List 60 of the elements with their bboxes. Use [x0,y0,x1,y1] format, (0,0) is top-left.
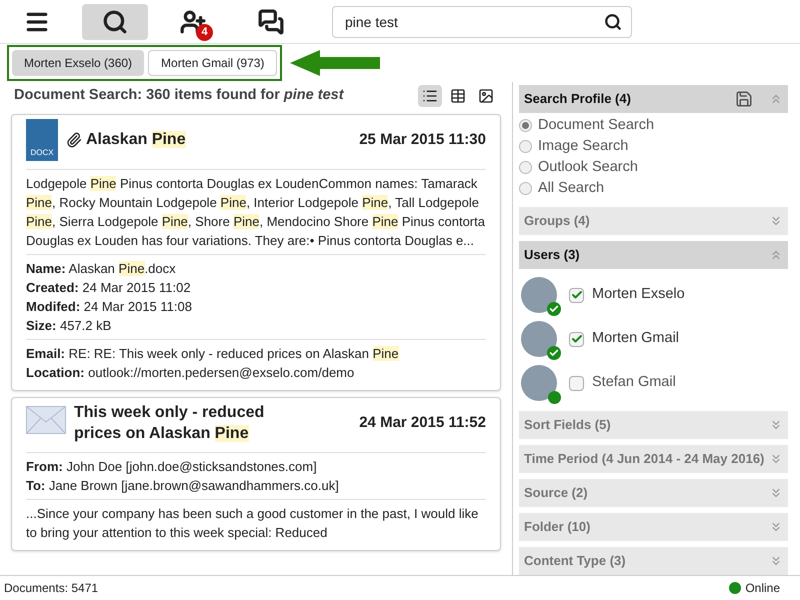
document-count: Documents: 5471 [4,580,98,597]
result-title[interactable]: This week only - reduced prices on Alaskan Pine [74,402,284,444]
add-user-button[interactable]: 4 [160,4,226,40]
image-view-icon [478,88,494,104]
result-summary: Lodgepole Pine Pinus contorta Douglas ex LoudenCommon names: Tamarack Pine, Rocky Mountain Lodgepole Pine, Interior Lodgepole Pine, Tall Lodgepole Pine, Sierra Lodgepole Pine, Shore Pine, Mendocino Shore Pine Pinus contorta Douglas ex Louden has four variations. They are:• Pinus contorta Douglas e... [26,170,486,255]
chat-icon [258,8,284,34]
metadata-field: Location: outlook://morten.pedersen@exselo.com/demo [26,363,486,382]
radio-label: All Search [538,178,604,198]
radio-button[interactable] [519,161,532,174]
arrow-icon [290,50,380,76]
search-field[interactable]: pine test [332,6,632,38]
metadata-field: Size: 457.2 kB [26,316,486,335]
metadata-field: Name: Alaskan Pine.docx [26,259,486,278]
radio-label: Document Search [538,116,654,135]
panel-header[interactable]: Sort Fields (5) [519,411,788,439]
metadata-field: Modifed: 24 Mar 2015 11:08 [26,297,486,316]
connection-status: Online [745,580,780,597]
list-view-icon [422,88,438,104]
panel-header[interactable]: Source (2) [519,479,788,507]
metadata-field: Email: RE: RE: This week only - reduced prices on Alaskan Pine [26,344,486,363]
user-checkbox[interactable] [569,332,584,346]
user-checkbox[interactable] [569,376,584,390]
panel-header[interactable]: Users (3) [519,241,788,269]
grid-view-icon [450,88,466,104]
result-title[interactable]: Alaskan Pine [86,128,186,152]
notification-badge: 4 [196,24,213,40]
radio-label: Outlook Search [538,158,638,177]
result-date: 24 Mar 2015 11:52 [359,412,486,433]
paperclip-icon [66,132,82,148]
email-header: From: John Doe [john.doe@sticksandstones.com] [26,458,318,476]
email-header: To: Jane Brown [jane.brown@sawandhammers.co.uk] [26,477,340,495]
add-user-icon [180,8,206,34]
result-summary: ...Since your company has been such a good customer in the past, I would like to bring your attention to this week special: Reduced [26,505,480,542]
metadata-field: Created: 24 Mar 2015 11:02 [26,278,486,297]
search-icon[interactable] [604,12,622,30]
panel-header[interactable]: Search Profile (4) [519,85,788,113]
user-name: Stefan Gmail [592,373,676,392]
search-button[interactable] [82,4,148,40]
panel-header[interactable]: Groups (4) [519,207,788,235]
radio-label: Image Search [538,136,628,156]
panel-header[interactable]: Content Type (3) [519,547,788,575]
radio-button[interactable] [519,182,532,195]
results-heading: Document Search: 360 items found for pine test [14,86,344,106]
envelope-icon [26,406,66,434]
radio-button[interactable] [519,119,532,132]
search-icon [102,8,128,34]
panel-header[interactable]: Time Period (4 Jun 2014 - 24 May 2016) [519,445,788,473]
verified-icon [547,302,561,316]
account-tab[interactable]: Morten Gmail (973) [148,50,278,76]
user-checkbox[interactable] [569,288,584,302]
radio-button[interactable] [519,140,532,153]
file-type-label: DOCX [30,147,54,159]
list-view-button[interactable] [418,85,442,107]
save-icon[interactable] [735,90,753,108]
panel-header[interactable]: Folder (10) [519,513,788,541]
user-name: Morten Exselo [592,285,685,304]
verified-icon [547,346,561,360]
user-name: Morten Gmail [592,329,680,348]
result-date: 25 Mar 2015 11:30 [359,130,486,150]
account-tab[interactable]: Morten Exselo (360) [12,50,144,76]
